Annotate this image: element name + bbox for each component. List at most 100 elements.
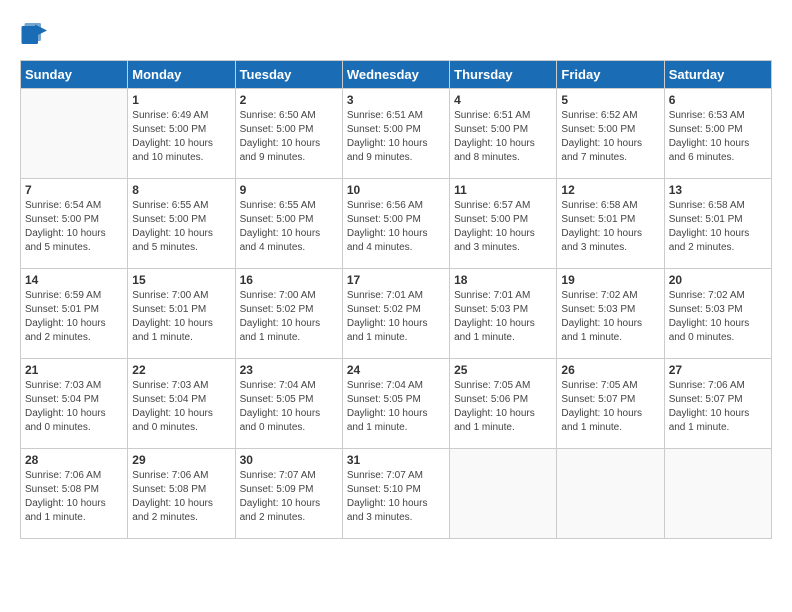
calendar-cell: 22 Sunrise: 7:03 AM Sunset: 5:04 PM Dayli… <box>128 359 235 449</box>
calendar-cell: 7 Sunrise: 6:54 AM Sunset: 5:00 PM Daylig… <box>21 179 128 269</box>
calendar-cell: 19 Sunrise: 7:02 AM Sunset: 5:03 PM Dayli… <box>557 269 664 359</box>
calendar-cell: 27 Sunrise: 7:06 AM Sunset: 5:07 PM Dayli… <box>664 359 771 449</box>
calendar-cell: 28Sunrise: 7:06 AM Sunset: 5:08 PM Dayli… <box>21 449 128 539</box>
day-number: 18 <box>454 273 552 287</box>
calendar-cell: 1 Sunrise: 6:49 AM Sunset: 5:00 PM Daylig… <box>128 89 235 179</box>
day-info: Sunrise: 7:05 AM Sunset: 5:07 PM Dayligh… <box>561 379 659 435</box>
calendar-cell: 23 Sunrise: 7:04 AM Sunset: 5:05 PM Dayli… <box>235 359 342 449</box>
day-number: 19 <box>561 273 659 287</box>
weekday-header-friday: Friday <box>557 61 664 89</box>
weekday-row: SundayMondayTuesdayWednesdayThursdayFrid… <box>21 61 772 89</box>
calendar-cell: 3 Sunrise: 6:51 AM Sunset: 5:00 PM Daylig… <box>342 89 449 179</box>
weekday-header-saturday: Saturday <box>664 61 771 89</box>
day-number: 24 <box>347 363 445 377</box>
week-row-5: 28Sunrise: 7:06 AM Sunset: 5:08 PM Dayli… <box>21 449 772 539</box>
day-info: Sunrise: 7:00 AM Sunset: 5:01 PM Dayligh… <box>132 289 230 345</box>
day-number: 2 <box>240 93 338 107</box>
day-number: 15 <box>132 273 230 287</box>
day-number: 25 <box>454 363 552 377</box>
calendar-cell: 15 Sunrise: 7:00 AM Sunset: 5:01 PM Dayli… <box>128 269 235 359</box>
day-info: Sunrise: 6:50 AM Sunset: 5:00 PM Dayligh… <box>240 109 338 165</box>
day-info: Sunrise: 7:01 AM Sunset: 5:03 PM Dayligh… <box>454 289 552 345</box>
day-number: 26 <box>561 363 659 377</box>
day-number: 7 <box>25 183 123 197</box>
day-number: 23 <box>240 363 338 377</box>
weekday-header-tuesday: Tuesday <box>235 61 342 89</box>
weekday-header-sunday: Sunday <box>21 61 128 89</box>
logo <box>20 20 52 50</box>
day-info: Sunrise: 7:03 AM Sunset: 5:04 PM Dayligh… <box>132 379 230 435</box>
day-number: 31 <box>347 453 445 467</box>
day-info: Sunrise: 7:04 AM Sunset: 5:05 PM Dayligh… <box>347 379 445 435</box>
day-number: 17 <box>347 273 445 287</box>
day-info: Sunrise: 7:07 AM Sunset: 5:10 PM Dayligh… <box>347 469 445 525</box>
day-number: 4 <box>454 93 552 107</box>
calendar-cell: 6 Sunrise: 6:53 AM Sunset: 5:00 PM Daylig… <box>664 89 771 179</box>
page-header <box>20 20 772 50</box>
week-row-3: 14Sunrise: 6:59 AM Sunset: 5:01 PM Dayli… <box>21 269 772 359</box>
day-info: Sunrise: 7:01 AM Sunset: 5:02 PM Dayligh… <box>347 289 445 345</box>
calendar-cell: 17 Sunrise: 7:01 AM Sunset: 5:02 PM Dayli… <box>342 269 449 359</box>
calendar-cell: 20 Sunrise: 7:02 AM Sunset: 5:03 PM Dayli… <box>664 269 771 359</box>
calendar-cell: 30Sunrise: 7:07 AM Sunset: 5:09 PM Dayli… <box>235 449 342 539</box>
day-number: 16 <box>240 273 338 287</box>
day-info: Sunrise: 7:00 AM Sunset: 5:02 PM Dayligh… <box>240 289 338 345</box>
calendar-cell: 21 Sunrise: 7:03 AM Sunset: 5:04 PM Dayli… <box>21 359 128 449</box>
day-number: 30 <box>240 453 338 467</box>
day-number: 27 <box>669 363 767 377</box>
calendar-cell <box>450 449 557 539</box>
calendar-cell <box>21 89 128 179</box>
weekday-header-monday: Monday <box>128 61 235 89</box>
calendar-body: 1 Sunrise: 6:49 AM Sunset: 5:00 PM Daylig… <box>21 89 772 539</box>
day-info: Sunrise: 7:02 AM Sunset: 5:03 PM Dayligh… <box>561 289 659 345</box>
calendar-cell: 26 Sunrise: 7:05 AM Sunset: 5:07 PM Dayli… <box>557 359 664 449</box>
calendar-cell: 13Sunrise: 6:58 AM Sunset: 5:01 PM Dayli… <box>664 179 771 269</box>
day-number: 22 <box>132 363 230 377</box>
day-number: 8 <box>132 183 230 197</box>
week-row-4: 21 Sunrise: 7:03 AM Sunset: 5:04 PM Dayli… <box>21 359 772 449</box>
day-number: 3 <box>347 93 445 107</box>
day-info: Sunrise: 6:57 AM Sunset: 5:00 PM Dayligh… <box>454 199 552 255</box>
day-info: Sunrise: 6:52 AM Sunset: 5:00 PM Dayligh… <box>561 109 659 165</box>
week-row-1: 1 Sunrise: 6:49 AM Sunset: 5:00 PM Daylig… <box>21 89 772 179</box>
calendar-cell: 2 Sunrise: 6:50 AM Sunset: 5:00 PM Daylig… <box>235 89 342 179</box>
calendar-cell: 14Sunrise: 6:59 AM Sunset: 5:01 PM Dayli… <box>21 269 128 359</box>
calendar-cell <box>664 449 771 539</box>
day-info: Sunrise: 7:06 AM Sunset: 5:07 PM Dayligh… <box>669 379 767 435</box>
calendar-cell: 25 Sunrise: 7:05 AM Sunset: 5:06 PM Dayli… <box>450 359 557 449</box>
day-number: 9 <box>240 183 338 197</box>
day-number: 20 <box>669 273 767 287</box>
calendar-cell: 29 Sunrise: 7:06 AM Sunset: 5:08 PM Dayli… <box>128 449 235 539</box>
day-info: Sunrise: 6:53 AM Sunset: 5:00 PM Dayligh… <box>669 109 767 165</box>
day-info: Sunrise: 6:56 AM Sunset: 5:00 PM Dayligh… <box>347 199 445 255</box>
day-info: Sunrise: 7:03 AM Sunset: 5:04 PM Dayligh… <box>25 379 123 435</box>
day-number: 12 <box>561 183 659 197</box>
day-number: 21 <box>25 363 123 377</box>
day-info: Sunrise: 7:06 AM Sunset: 5:08 PM Dayligh… <box>132 469 230 525</box>
calendar-cell: 18 Sunrise: 7:01 AM Sunset: 5:03 PM Dayli… <box>450 269 557 359</box>
day-info: Sunrise: 7:02 AM Sunset: 5:03 PM Dayligh… <box>669 289 767 345</box>
calendar-cell: 12Sunrise: 6:58 AM Sunset: 5:01 PM Dayli… <box>557 179 664 269</box>
day-number: 6 <box>669 93 767 107</box>
day-info: Sunrise: 7:05 AM Sunset: 5:06 PM Dayligh… <box>454 379 552 435</box>
day-info: Sunrise: 6:59 AM Sunset: 5:01 PM Dayligh… <box>25 289 123 345</box>
day-info: Sunrise: 7:06 AM Sunset: 5:08 PM Dayligh… <box>25 469 123 525</box>
day-info: Sunrise: 6:49 AM Sunset: 5:00 PM Dayligh… <box>132 109 230 165</box>
calendar-cell: 10 Sunrise: 6:56 AM Sunset: 5:00 PM Dayli… <box>342 179 449 269</box>
calendar-cell <box>557 449 664 539</box>
calendar-cell: 11Sunrise: 6:57 AM Sunset: 5:00 PM Dayli… <box>450 179 557 269</box>
calendar-table: SundayMondayTuesdayWednesdayThursdayFrid… <box>20 60 772 539</box>
week-row-2: 7 Sunrise: 6:54 AM Sunset: 5:00 PM Daylig… <box>21 179 772 269</box>
calendar-cell: 31 Sunrise: 7:07 AM Sunset: 5:10 PM Dayli… <box>342 449 449 539</box>
day-info: Sunrise: 6:55 AM Sunset: 5:00 PM Dayligh… <box>132 199 230 255</box>
day-info: Sunrise: 6:55 AM Sunset: 5:00 PM Dayligh… <box>240 199 338 255</box>
calendar-cell: 16 Sunrise: 7:00 AM Sunset: 5:02 PM Dayli… <box>235 269 342 359</box>
day-info: Sunrise: 6:54 AM Sunset: 5:00 PM Dayligh… <box>25 199 123 255</box>
day-info: Sunrise: 7:04 AM Sunset: 5:05 PM Dayligh… <box>240 379 338 435</box>
day-number: 10 <box>347 183 445 197</box>
day-number: 1 <box>132 93 230 107</box>
day-info: Sunrise: 6:51 AM Sunset: 5:00 PM Dayligh… <box>347 109 445 165</box>
day-number: 13 <box>669 183 767 197</box>
day-number: 29 <box>132 453 230 467</box>
logo-icon <box>20 20 50 50</box>
